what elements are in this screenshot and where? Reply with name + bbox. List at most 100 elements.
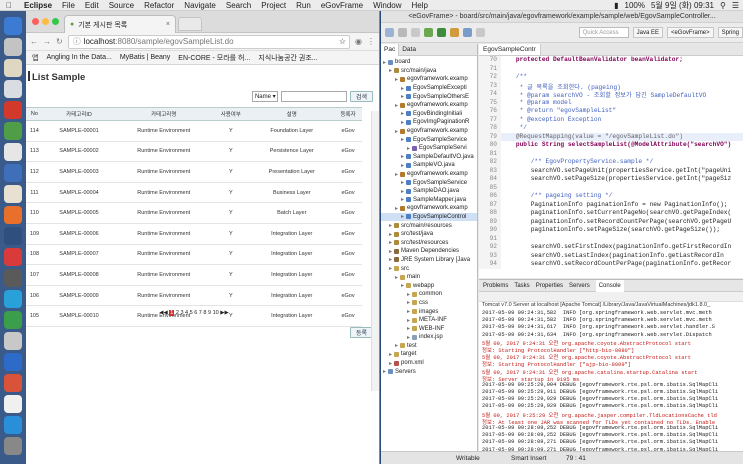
app-icon[interactable] <box>4 101 22 119</box>
tree-expand-icon[interactable]: ▸ <box>383 368 386 375</box>
tree-item[interactable]: ▸ egovframework.examp <box>381 75 477 84</box>
calendar-icon[interactable] <box>4 80 22 98</box>
bookmark-star-icon[interactable]: ☆ <box>339 37 349 46</box>
tree-expand-icon[interactable]: ▸ <box>389 248 392 255</box>
firefox-icon[interactable] <box>4 206 22 224</box>
tree-expand-icon[interactable]: ▸ <box>401 93 404 100</box>
tree-expand-icon[interactable]: ▸ <box>401 162 404 169</box>
extension-icon[interactable]: ◉ <box>355 37 362 46</box>
bookmark-item[interactable]: Angling In the Data... <box>46 54 111 61</box>
tree-item[interactable]: ▸ egovframework.examp <box>381 101 477 110</box>
tree-expand-icon[interactable]: ▸ <box>389 222 392 229</box>
tree-item[interactable]: ▸ images <box>381 307 477 316</box>
appstore-icon[interactable] <box>4 416 22 434</box>
app-menu[interactable]: Eclipse <box>24 1 52 10</box>
menu-item-9[interactable]: Window <box>373 1 401 10</box>
tree-item[interactable]: ▸ EgovSampleService <box>381 178 477 187</box>
bookmark-item[interactable]: MyBatis | Beany <box>120 54 170 61</box>
editor-tab-controller[interactable]: EgovSampleContr <box>479 44 541 55</box>
photos-icon[interactable] <box>4 143 22 161</box>
table-cell[interactable]: SAMPLE-00003 <box>42 161 116 183</box>
messages-icon[interactable] <box>4 122 22 140</box>
tree-item[interactable]: ▸ EgovSampleExcepti <box>381 84 477 93</box>
menu-list-icon[interactable]: ☰ <box>732 1 739 10</box>
tree-item[interactable]: ▸ common <box>381 290 477 299</box>
table-cell[interactable]: SAMPLE-00002 <box>42 141 116 163</box>
menu-item-10[interactable]: Help <box>412 1 428 10</box>
register-button[interactable]: 등록 <box>349 327 373 338</box>
table-cell[interactable]: Runtime Environment <box>115 264 213 286</box>
tree-expand-icon[interactable]: ▸ <box>401 119 404 126</box>
tree-item[interactable]: ▸ src/test/resources <box>381 238 477 247</box>
tree-item[interactable]: ▸ Maven Dependencies <box>381 247 477 256</box>
page-links[interactable]: 2 3 4 5 6 7 8 9 10 <box>176 310 219 316</box>
bookmark-item[interactable]: 지식나눔공간 권조... <box>258 53 317 63</box>
tree-item[interactable]: ▸ pom.xml <box>381 359 477 368</box>
tree-expand-icon[interactable]: ▸ <box>395 102 398 109</box>
tree-item[interactable]: ▸ target <box>381 350 477 359</box>
table-row[interactable]: 110 SAMPLE-00005 Runtime Environment Y Batch… <box>26 202 362 224</box>
console-tab[interactable]: Properties <box>536 283 563 289</box>
table-cell[interactable]: SAMPLE-00010 <box>42 305 116 327</box>
table-cell[interactable]: SAMPLE-00008 <box>42 264 116 286</box>
tree-expand-icon[interactable]: ▸ <box>395 205 398 212</box>
print-icon[interactable] <box>411 28 420 37</box>
tree-item[interactable]: ▸ src/main/resources <box>381 221 477 230</box>
tree-expand-icon[interactable]: ▸ <box>395 128 398 135</box>
debug-icon[interactable] <box>424 28 433 37</box>
tree-item[interactable]: ▸ egovframework.examp <box>381 170 477 179</box>
tree-item[interactable]: ▸ SampleVO.java <box>381 161 477 170</box>
table-row[interactable]: 106 SAMPLE-00009 Runtime Environment Y Integ… <box>26 285 362 307</box>
prev-page-icon[interactable]: ◀ <box>164 310 168 316</box>
tree-expand-icon[interactable]: ▸ <box>389 360 392 367</box>
search-keyword-input[interactable] <box>280 91 347 102</box>
tree-item[interactable]: ▸ Servers <box>381 367 477 376</box>
tree-item[interactable]: ▸ SampleDefaultVO.java <box>381 153 477 162</box>
back-icon[interactable]: ← <box>30 37 38 46</box>
save-icon[interactable] <box>398 28 407 37</box>
skype-icon[interactable] <box>4 290 22 308</box>
last-page-icon[interactable]: ▶ <box>224 310 228 316</box>
console-tab[interactable]: Tasks <box>514 283 529 289</box>
tree-item[interactable]: ▸ WEB-INF <box>381 324 477 333</box>
tree-item[interactable]: ▸ META-INF <box>381 316 477 325</box>
new-icon[interactable] <box>385 28 394 37</box>
tree-item[interactable]: ▸ EgovSampleOthersE <box>381 92 477 101</box>
preview-icon[interactable] <box>4 332 22 350</box>
table-cell[interactable]: Runtime Environment <box>115 223 213 245</box>
tree-expand-icon[interactable]: ▸ <box>407 291 410 298</box>
table-row[interactable]: 113 SAMPLE-00002 Runtime Environment Y Persi… <box>26 141 362 163</box>
tree-expand-icon[interactable]: ▸ <box>407 325 410 332</box>
table-cell[interactable]: Runtime Environment <box>115 120 213 142</box>
apple-menu-icon[interactable]:  <box>6 1 16 10</box>
tree-expand-icon[interactable]: ▸ <box>407 317 410 324</box>
forward-icon[interactable]: → <box>43 37 51 46</box>
eclipse-icon[interactable] <box>4 227 22 245</box>
table-cell[interactable]: Runtime Environment <box>115 305 213 327</box>
console-tab[interactable]: Problems <box>483 283 508 289</box>
tree-expand-icon[interactable]: ▸ <box>407 334 410 341</box>
menu-item-4[interactable]: Navigate <box>184 1 216 10</box>
close-window-icon[interactable] <box>32 18 39 25</box>
menu-item-2[interactable]: Source <box>109 1 134 10</box>
notes-icon[interactable] <box>4 59 22 77</box>
perspective-javaee[interactable]: Java EE <box>632 27 663 38</box>
word-icon[interactable] <box>4 353 22 371</box>
tree-item[interactable]: ▸ src <box>381 264 477 273</box>
tree-expand-icon[interactable]: ▸ <box>407 145 410 152</box>
close-tab-icon[interactable]: × <box>166 21 170 28</box>
tree-item[interactable]: ▸ SampleMapper.java <box>381 196 477 205</box>
menu-item-8[interactable]: eGovFrame <box>321 1 363 10</box>
terminal-icon[interactable] <box>4 269 22 287</box>
server-icon[interactable] <box>450 28 459 37</box>
tree-item[interactable]: ▸ JRE System Library [Java <box>381 256 477 265</box>
browser-tab[interactable]: ● 기본 게시판 목록 × <box>64 15 176 33</box>
nav-back-icon[interactable] <box>476 28 485 37</box>
perspective-spring[interactable]: Spring <box>717 27 743 38</box>
tab-data-source[interactable]: Data <box>399 46 419 53</box>
menu-item-6[interactable]: Project <box>261 1 286 10</box>
preferences-icon[interactable] <box>4 437 22 455</box>
tree-expand-icon[interactable]: ▸ <box>389 265 392 272</box>
quick-access-input[interactable]: Quick Access <box>578 27 629 38</box>
table-cell[interactable]: SAMPLE-00006 <box>42 223 116 245</box>
